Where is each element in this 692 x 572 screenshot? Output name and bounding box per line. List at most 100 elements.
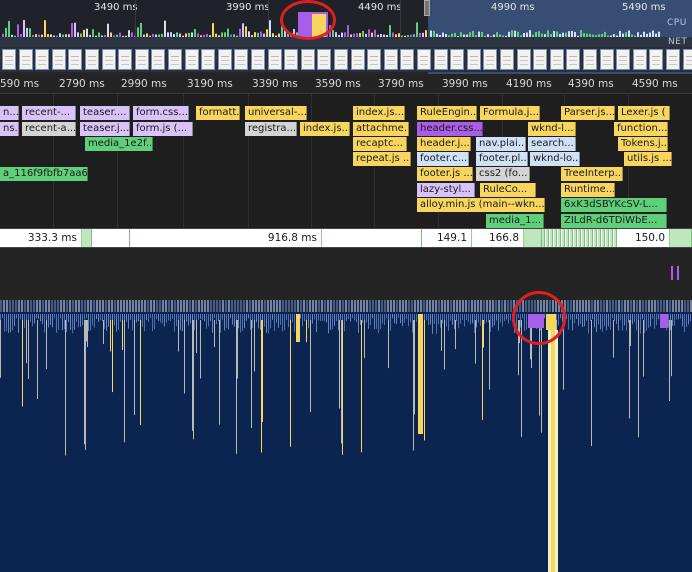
filmstrip-frame[interactable]	[616, 49, 631, 70]
task-marker	[50, 314, 51, 325]
filmstrip-frame[interactable]	[367, 49, 382, 70]
filmstrip-frame[interactable]	[151, 49, 166, 70]
filmstrip-frame[interactable]	[483, 49, 498, 70]
filmstrip-frame[interactable]	[400, 49, 415, 70]
filmstrip-frame[interactable]	[267, 49, 282, 70]
filmstrip-frame[interactable]	[433, 49, 448, 70]
filmstrip-frame[interactable]	[168, 49, 182, 70]
request-bar[interactable]: header.j...	[417, 137, 471, 151]
request-bar[interactable]: registra...	[245, 122, 297, 136]
filmstrip-frame[interactable]	[201, 49, 216, 70]
filmstrip-frame[interactable]	[334, 49, 348, 70]
filmstrip-frame[interactable]	[632, 49, 647, 70]
task-marker	[450, 314, 451, 321]
network-flame-chart[interactable]: n... recent-... teaser.... form.css... f…	[0, 94, 692, 228]
filmstrip-frame[interactable]	[466, 49, 481, 70]
filmstrip-frame[interactable]	[450, 49, 465, 70]
filmstrip-frame[interactable]	[101, 49, 116, 70]
request-bar[interactable]: recent-...	[22, 106, 76, 120]
request-bar[interactable]: footer.pl...	[476, 152, 528, 166]
task-marker	[20, 314, 21, 320]
filmstrip-frame[interactable]	[649, 49, 664, 70]
frame-duration[interactable]: 916.8 ms	[130, 229, 322, 247]
frame-duration[interactable]: 149.1 ms	[422, 229, 472, 262]
request-bar[interactable]: attachme...	[353, 122, 409, 136]
request-bar[interactable]: alloy.min.js (main--wkn...	[417, 198, 545, 212]
request-bar[interactable]: repeat.js ...	[353, 152, 411, 166]
request-bar[interactable]: media_1...	[486, 214, 544, 228]
filmstrip-frame[interactable]	[85, 49, 99, 70]
filmstrip-frame[interactable]	[184, 49, 199, 70]
filmstrip-frame[interactable]	[566, 49, 581, 70]
request-bar[interactable]: wknd-lo...	[530, 152, 580, 166]
filmstrip-frame[interactable]	[300, 49, 315, 70]
filmstrip-frame[interactable]	[549, 49, 564, 70]
frames-track[interactable]: 333.3 ms 916.8 ms 149.1 ms 166.8 ms 150.…	[0, 228, 692, 262]
request-bar[interactable]: utils.js ...	[624, 152, 672, 166]
request-bar[interactable]: Tokens.j...	[618, 137, 668, 151]
request-bar[interactable]: recent-a...	[22, 122, 76, 136]
filmstrip-frame[interactable]	[134, 49, 149, 70]
filmstrip-frame[interactable]	[417, 49, 431, 70]
request-bar[interactable]: Formula.j...	[480, 106, 540, 120]
filmstrip-frame[interactable]	[666, 49, 680, 70]
request-bar[interactable]: form.css...	[133, 106, 189, 120]
filmstrip-frame[interactable]	[599, 49, 614, 70]
selection-drag-handle[interactable]	[424, 0, 430, 16]
filmstrip-frame[interactable]	[284, 49, 299, 70]
request-bar[interactable]: a_116f9fbfb7aa6...	[0, 167, 88, 181]
filmstrip-frame[interactable]	[2, 49, 16, 70]
request-bar[interactable]: media_1e2f...	[85, 137, 153, 151]
request-bar[interactable]: index.js...	[300, 122, 350, 136]
request-bar[interactable]: RuleCo...	[480, 183, 536, 197]
request-bar[interactable]: formatt...	[196, 106, 240, 120]
request-bar[interactable]: Parser.js...	[561, 106, 615, 120]
request-bar[interactable]: wknd-l...	[528, 122, 576, 136]
request-bar[interactable]: recaptc...	[353, 137, 407, 151]
request-bar[interactable]: Lexer.js (	[618, 106, 670, 120]
task-marker	[198, 314, 199, 320]
request-bar[interactable]: index.js...	[353, 106, 405, 120]
request-bar[interactable]: lazy-styl...	[417, 183, 475, 197]
request-bar[interactable]: TreeInterp...	[561, 167, 623, 181]
filmstrip-frame[interactable]	[350, 49, 365, 70]
filmstrip-frame[interactable]	[51, 49, 66, 70]
filmstrip-frame[interactable]	[682, 49, 692, 70]
filmstrip-frame[interactable]	[68, 49, 83, 70]
request-bar[interactable]: search...	[528, 137, 576, 151]
request-bar[interactable]: Runtime...	[561, 183, 615, 197]
request-bar[interactable]: function...	[614, 122, 668, 136]
request-bar[interactable]: css2 (fo...	[476, 167, 530, 181]
filmstrip-frame[interactable]	[217, 49, 232, 70]
filmstrip-frame[interactable]	[317, 49, 332, 70]
request-bar[interactable]: n...	[0, 106, 19, 120]
request-bar[interactable]: form.js (...	[133, 122, 193, 136]
request-bar[interactable]: teaser.j...	[80, 122, 130, 136]
frame-duration[interactable]: 333.3 ms	[0, 229, 82, 247]
timeline-overview[interactable]: 3490 ms 3990 ms 4490 ms 4990 ms 5490 ms …	[0, 0, 692, 74]
request-bar[interactable]: 6xK3dSBYKcSV-L...	[561, 198, 667, 212]
request-bar[interactable]: teaser....	[80, 106, 130, 120]
request-bar[interactable]: header.css...	[417, 122, 483, 136]
filmstrip-frame[interactable]	[118, 49, 133, 70]
request-bar[interactable]: RuleEngin...	[417, 106, 477, 120]
filmstrip-frame[interactable]	[35, 49, 50, 70]
request-bar[interactable]: nav.plai...	[476, 137, 526, 151]
filmstrip-frame[interactable]	[516, 49, 531, 70]
filmstrip-frame[interactable]	[383, 49, 398, 70]
filmstrip-frame[interactable]	[18, 49, 33, 70]
filmstrip-frame[interactable]	[234, 49, 249, 70]
request-bar[interactable]: ns...	[0, 122, 19, 136]
filmstrip-frame[interactable]	[251, 49, 265, 70]
main-thread-track[interactable]	[0, 300, 692, 572]
filmstrip-frame[interactable]	[533, 49, 548, 70]
request-bar[interactable]: universal-...	[245, 106, 307, 120]
screenshot-filmstrip[interactable]	[0, 47, 692, 72]
filmstrip-frame[interactable]	[583, 49, 597, 70]
request-bar[interactable]: footer.c...	[417, 152, 469, 166]
request-bar[interactable]: ZILdR-d6TDiWbE...	[561, 214, 667, 228]
filmstrip-frame[interactable]	[500, 49, 514, 70]
frame-duration[interactable]: 150.0 ms	[618, 229, 670, 262]
frame-duration[interactable]: 166.8 ms	[472, 229, 524, 262]
request-bar[interactable]: footer.js ...	[417, 167, 473, 181]
